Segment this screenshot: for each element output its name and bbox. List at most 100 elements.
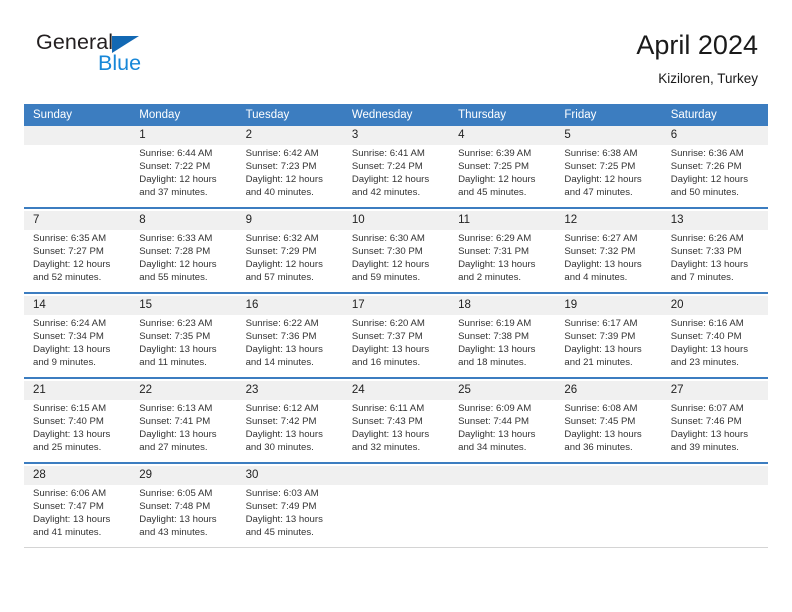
day-number[interactable] [661, 466, 768, 485]
day-number[interactable]: 30 [236, 466, 343, 485]
day-number[interactable]: 6 [661, 126, 768, 145]
day-number[interactable]: 29 [130, 466, 237, 485]
daylight-text-line2: and 45 minutes. [458, 187, 527, 199]
general-blue-logo[interactable]: General Blue [36, 30, 256, 88]
day-number[interactable]: 2 [236, 126, 343, 145]
day-cell[interactable]: Sunrise: 6:09 AM Sunset: 7:44 PM Dayligh… [449, 400, 556, 463]
sunrise-text: Sunrise: 6:38 AM [564, 148, 638, 159]
sunrise-text: Sunrise: 6:15 AM [33, 403, 107, 414]
day-cell[interactable]: Sunrise: 6:23 AM Sunset: 7:35 PM Dayligh… [130, 315, 237, 378]
daylight-text-line1: Daylight: 13 hours [139, 514, 217, 526]
day-cell[interactable]: Sunrise: 6:39 AM Sunset: 7:25 PM Dayligh… [449, 145, 556, 208]
day-cell[interactable]: Sunrise: 6:41 AM Sunset: 7:24 PM Dayligh… [342, 145, 450, 208]
sunset-text: Sunset: 7:38 PM [458, 331, 530, 343]
day-number[interactable]: 1 [130, 126, 237, 145]
day-cell[interactable]: Sunrise: 6:36 AM Sunset: 7:26 PM Dayligh… [661, 145, 768, 208]
day-cell[interactable]: Sunrise: 6:08 AM Sunset: 7:45 PM Dayligh… [555, 400, 662, 463]
day-number[interactable]: 24 [342, 381, 450, 400]
day-cell[interactable]: Sunrise: 6:12 AM Sunset: 7:42 PM Dayligh… [236, 400, 343, 463]
sunset-text: Sunset: 7:34 PM [33, 331, 104, 343]
day-cell[interactable] [449, 485, 556, 548]
day-cell[interactable]: Sunrise: 6:13 AM Sunset: 7:41 PM Dayligh… [130, 400, 237, 463]
day-number[interactable]: 13 [661, 211, 768, 230]
day-number[interactable]: 25 [449, 381, 556, 400]
day-number[interactable]: 9 [236, 211, 343, 230]
day-number[interactable] [342, 466, 450, 485]
daylight-text-line2: and 55 minutes. [139, 272, 208, 284]
sunrise-text: Sunrise: 6:35 AM [33, 233, 107, 244]
day-cell[interactable]: Sunrise: 6:44 AM Sunset: 7:22 PM Dayligh… [130, 145, 237, 208]
day-number[interactable]: 7 [24, 211, 131, 230]
day-cell[interactable]: Sunrise: 6:24 AM Sunset: 7:34 PM Dayligh… [24, 315, 131, 378]
table-bottom-rule-line [24, 547, 768, 549]
day-cell[interactable]: Sunrise: 6:27 AM Sunset: 7:32 PM Dayligh… [555, 230, 662, 293]
day-number[interactable]: 16 [236, 296, 343, 315]
day-number[interactable] [449, 466, 556, 485]
day-number[interactable]: 19 [555, 296, 662, 315]
day-number[interactable]: 11 [449, 211, 556, 230]
day-cell[interactable] [661, 485, 768, 548]
day-cell[interactable]: Sunrise: 6:17 AM Sunset: 7:39 PM Dayligh… [555, 315, 662, 378]
day-cell[interactable]: Sunrise: 6:07 AM Sunset: 7:46 PM Dayligh… [661, 400, 768, 463]
daylight-text-line2: and 47 minutes. [564, 187, 633, 199]
day-number[interactable]: 27 [661, 381, 768, 400]
day-number[interactable]: 18 [449, 296, 556, 315]
day-number[interactable]: 15 [130, 296, 237, 315]
day-number[interactable]: 4 [449, 126, 556, 145]
sunrise-text: Sunrise: 6:09 AM [458, 403, 532, 414]
day-cell[interactable] [555, 485, 662, 548]
day-number[interactable]: 21 [24, 381, 131, 400]
day-cell[interactable]: Sunrise: 6:42 AM Sunset: 7:23 PM Dayligh… [236, 145, 343, 208]
sunrise-text: Sunrise: 6:32 AM [245, 233, 319, 244]
day-cell[interactable]: Sunrise: 6:32 AM Sunset: 7:29 PM Dayligh… [236, 230, 343, 293]
day-number[interactable]: 22 [130, 381, 237, 400]
calendar-page: General Blue April 2024 Kiziloren, Turke… [0, 0, 792, 612]
day-cell[interactable]: Sunrise: 6:29 AM Sunset: 7:31 PM Dayligh… [449, 230, 556, 293]
day-cell[interactable]: Sunrise: 6:26 AM Sunset: 7:33 PM Dayligh… [661, 230, 768, 293]
day-number[interactable]: 3 [342, 126, 450, 145]
sunset-text: Sunset: 7:29 PM [245, 246, 317, 258]
daylight-text-line1: Daylight: 13 hours [564, 259, 642, 271]
day-number[interactable]: 10 [342, 211, 450, 230]
daylight-text-line2: and 27 minutes. [139, 442, 208, 454]
day-number[interactable]: 8 [130, 211, 237, 230]
sunrise-text: Sunrise: 6:08 AM [564, 403, 638, 414]
day-cell[interactable] [342, 485, 450, 548]
daylight-text-line1: Daylight: 13 hours [245, 429, 323, 441]
day-number[interactable]: 23 [236, 381, 343, 400]
day-cell[interactable]: Sunrise: 6:15 AM Sunset: 7:40 PM Dayligh… [24, 400, 131, 463]
daylight-text-line2: and 40 minutes. [245, 187, 314, 199]
day-cell[interactable]: Sunrise: 6:20 AM Sunset: 7:37 PM Dayligh… [342, 315, 450, 378]
daylight-text-line1: Daylight: 13 hours [33, 514, 111, 526]
week-row-daynumbers: 28 29 30 [24, 466, 768, 485]
day-cell[interactable]: Sunrise: 6:11 AM Sunset: 7:43 PM Dayligh… [342, 400, 450, 463]
day-cell[interactable]: Sunrise: 6:33 AM Sunset: 7:28 PM Dayligh… [130, 230, 237, 293]
day-number[interactable] [24, 126, 131, 145]
day-number[interactable]: 17 [342, 296, 450, 315]
day-number[interactable] [555, 466, 662, 485]
day-cell[interactable] [24, 145, 131, 208]
day-cell[interactable]: Sunrise: 6:35 AM Sunset: 7:27 PM Dayligh… [24, 230, 131, 293]
daylight-text-line1: Daylight: 13 hours [33, 344, 111, 356]
day-number[interactable]: 14 [24, 296, 131, 315]
day-cell[interactable]: Sunrise: 6:22 AM Sunset: 7:36 PM Dayligh… [236, 315, 343, 378]
day-cell[interactable]: Sunrise: 6:06 AM Sunset: 7:47 PM Dayligh… [24, 485, 131, 548]
sunrise-text: Sunrise: 6:39 AM [458, 148, 532, 159]
day-cell[interactable]: Sunrise: 6:05 AM Sunset: 7:48 PM Dayligh… [130, 485, 237, 548]
sunset-text: Sunset: 7:27 PM [33, 246, 104, 258]
sunset-text: Sunset: 7:31 PM [458, 246, 530, 258]
sunrise-text: Sunrise: 6:42 AM [245, 148, 319, 159]
day-number[interactable]: 5 [555, 126, 662, 145]
day-cell[interactable]: Sunrise: 6:03 AM Sunset: 7:49 PM Dayligh… [236, 485, 343, 548]
day-cell[interactable]: Sunrise: 6:19 AM Sunset: 7:38 PM Dayligh… [449, 315, 556, 378]
daylight-text-line2: and 52 minutes. [33, 272, 102, 284]
day-number[interactable]: 12 [555, 211, 662, 230]
day-number[interactable]: 20 [661, 296, 768, 315]
day-number[interactable]: 28 [24, 466, 131, 485]
daylight-text-line1: Daylight: 13 hours [564, 344, 642, 356]
day-number[interactable]: 26 [555, 381, 662, 400]
day-cell[interactable]: Sunrise: 6:38 AM Sunset: 7:25 PM Dayligh… [555, 145, 662, 208]
day-cell[interactable]: Sunrise: 6:16 AM Sunset: 7:40 PM Dayligh… [661, 315, 768, 378]
daylight-text-line2: and 25 minutes. [33, 442, 102, 454]
day-cell[interactable]: Sunrise: 6:30 AM Sunset: 7:30 PM Dayligh… [342, 230, 450, 293]
